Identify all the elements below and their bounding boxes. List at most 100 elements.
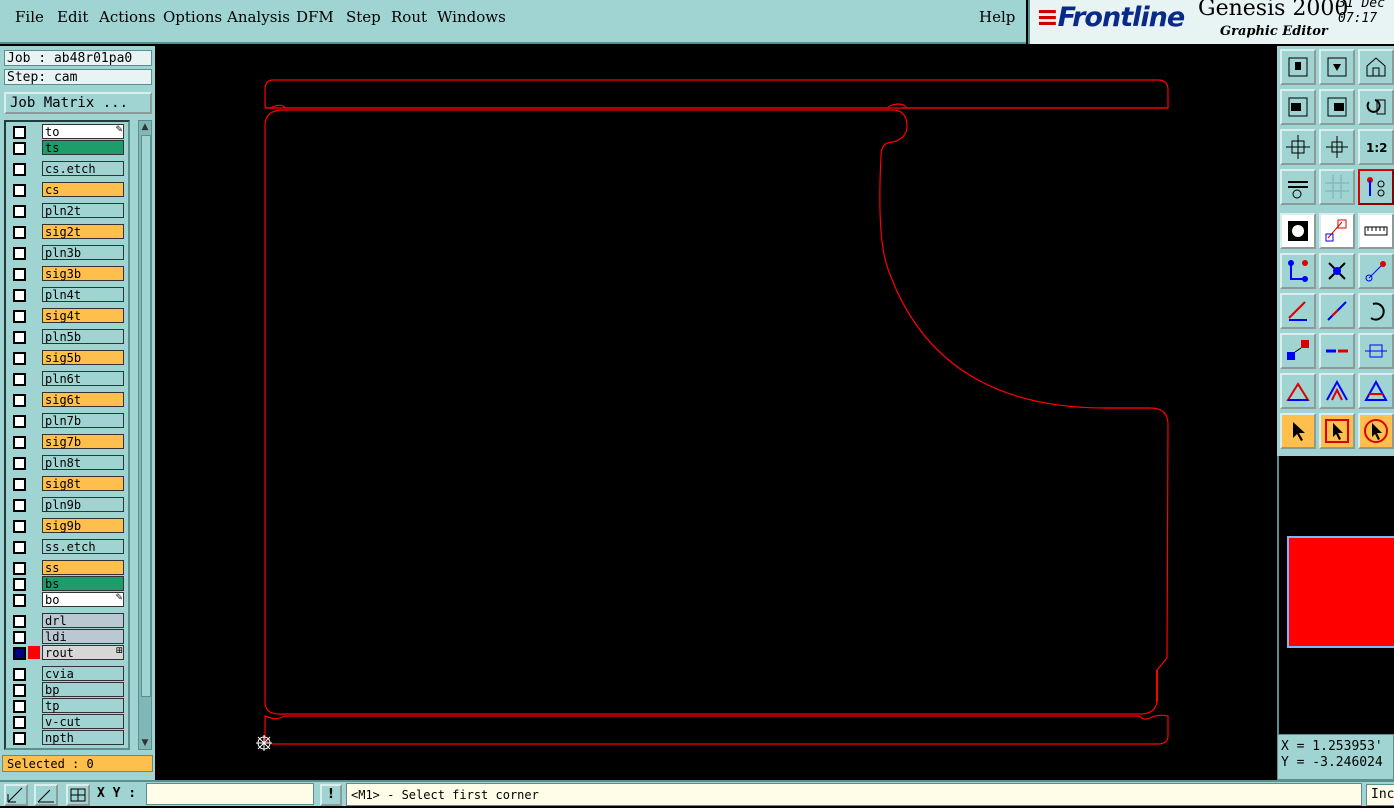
layer-row-sig8t[interactable]: sig8t <box>8 476 126 491</box>
layer-row-pln7b[interactable]: pln7b <box>8 413 126 428</box>
pointer-box-icon[interactable] <box>1319 413 1355 449</box>
layer-row-pln5b[interactable]: pln5b <box>8 329 126 344</box>
layer-checkbox[interactable] <box>13 184 26 197</box>
scroll-thumb[interactable] <box>141 135 151 697</box>
layer-name[interactable]: sig7b <box>42 434 124 449</box>
settings-tools-icon[interactable] <box>1280 169 1316 205</box>
layer-checkbox[interactable] <box>13 631 26 644</box>
draw-line-icon[interactable] <box>1280 293 1316 329</box>
layer-row-to[interactable]: to ✎ <box>8 124 126 139</box>
layer-name[interactable]: sig4t <box>42 308 124 323</box>
move-node-icon[interactable] <box>1358 253 1394 289</box>
home-icon[interactable] <box>1358 49 1394 85</box>
layer-checkbox[interactable] <box>13 578 26 591</box>
zoom-center-icon[interactable] <box>1319 129 1355 165</box>
layer-checkbox[interactable] <box>13 732 26 745</box>
layer-row-sig4t[interactable]: sig4t <box>8 308 126 323</box>
layer-checkbox[interactable] <box>13 615 26 628</box>
grid-snap-icon[interactable] <box>66 784 90 806</box>
layer-row-npth[interactable]: npth <box>8 730 126 745</box>
layer-name[interactable]: sig3b <box>42 266 124 281</box>
layer-name[interactable]: bs <box>42 576 124 591</box>
layer-checkbox[interactable] <box>13 594 26 607</box>
grid-icon[interactable] <box>1319 169 1355 205</box>
layer-row-pln6t[interactable]: pln6t <box>8 371 126 386</box>
layer-row-sig2t[interactable]: sig2t <box>8 224 126 239</box>
layer-row-cs[interactable]: cs <box>8 182 126 197</box>
menu-windows[interactable]: Windows <box>437 8 506 26</box>
pad-node-icon[interactable] <box>1280 333 1316 369</box>
layer-name[interactable]: bo <box>42 592 124 607</box>
ruler-icon[interactable] <box>1358 213 1394 249</box>
layer-checkbox[interactable] <box>13 520 26 533</box>
layer-name[interactable]: bp <box>42 682 124 697</box>
layer-row-drl[interactable]: drl <box>8 613 126 628</box>
menu-analysis[interactable]: Analysis <box>227 8 290 26</box>
layer-checkbox[interactable] <box>13 310 26 323</box>
layer-name[interactable]: cvia <box>42 666 124 681</box>
menu-dfm[interactable]: DFM <box>296 8 334 26</box>
layer-checkbox[interactable] <box>13 163 26 176</box>
layer-checkbox[interactable] <box>13 331 26 344</box>
layer-name[interactable]: sig6t <box>42 392 124 407</box>
layer-row-pln9b[interactable]: pln9b <box>8 497 126 512</box>
layer-name[interactable]: pln3b <box>42 245 124 260</box>
layer-checkbox[interactable] <box>13 647 26 660</box>
layer-name[interactable]: pln5b <box>42 329 124 344</box>
line-tool-icon[interactable] <box>1319 293 1355 329</box>
layer-row-ldi[interactable]: ldi <box>8 629 126 644</box>
menu-file[interactable]: File <box>15 8 44 26</box>
layer-checkbox[interactable] <box>13 716 26 729</box>
job-matrix-button[interactable]: Job Matrix ... <box>4 92 152 114</box>
layer-name[interactable]: pln8t <box>42 455 124 470</box>
layer-row-sig3b[interactable]: sig3b <box>8 266 126 281</box>
layer-checkbox[interactable] <box>13 499 26 512</box>
layer-row-v-cut[interactable]: v-cut <box>8 714 126 729</box>
layer-checkbox[interactable] <box>13 268 26 281</box>
triangle-add-icon[interactable] <box>1280 373 1316 409</box>
layer-row-cvia[interactable]: cvia <box>8 666 126 681</box>
layer-name[interactable]: ss <box>42 560 124 575</box>
layer-checkbox[interactable] <box>13 457 26 470</box>
triangle-move-icon[interactable] <box>1319 373 1355 409</box>
layer-row-sig7b[interactable]: sig7b <box>8 434 126 449</box>
pan-left-icon[interactable] <box>1280 89 1316 125</box>
pointer-circle-icon[interactable] <box>1358 413 1394 449</box>
layer-row-tp[interactable]: tp <box>8 698 126 713</box>
menu-rout[interactable]: Rout <box>391 8 427 26</box>
scroll-down-icon[interactable]: ▼ <box>139 737 151 749</box>
zoom-home-icon[interactable] <box>1280 49 1316 85</box>
alert-button[interactable]: ! <box>320 784 342 806</box>
layer-name[interactable]: cs.etch <box>42 161 124 176</box>
angle-snap-icon[interactable] <box>34 784 58 806</box>
units-indicator[interactable]: Inc <box>1366 784 1394 806</box>
layer-name[interactable]: pln2t <box>42 203 124 218</box>
xy-input[interactable] <box>146 783 314 805</box>
layer-name[interactable]: sig8t <box>42 476 124 491</box>
add-node-icon[interactable] <box>1280 253 1316 289</box>
graphic-canvas[interactable] <box>155 46 1277 780</box>
layer-name[interactable]: npth <box>42 730 124 745</box>
layer-checkbox[interactable] <box>13 205 26 218</box>
layer-row-ts[interactable]: ts <box>8 140 126 155</box>
split-line-icon[interactable] <box>1319 333 1355 369</box>
layer-checkbox[interactable] <box>13 373 26 386</box>
overview-map[interactable] <box>1277 456 1394 734</box>
layer-row-pln4t[interactable]: pln4t <box>8 287 126 302</box>
triangle-edit-icon[interactable] <box>1358 373 1394 409</box>
layer-row-pln2t[interactable]: pln2t <box>8 203 126 218</box>
layer-name[interactable]: ldi <box>42 629 124 644</box>
layer-row-sig9b[interactable]: sig9b <box>8 518 126 533</box>
layer-row-pln8t[interactable]: pln8t <box>8 455 126 470</box>
layer-row-sig6t[interactable]: sig6t <box>8 392 126 407</box>
layer-row-bp[interactable]: bp <box>8 682 126 697</box>
delete-node-icon[interactable] <box>1319 253 1355 289</box>
menu-step[interactable]: Step <box>346 8 381 26</box>
layer-name[interactable]: pln6t <box>42 371 124 386</box>
layer-checkbox[interactable] <box>13 684 26 697</box>
menu-options[interactable]: Options <box>163 8 222 26</box>
layer-row-ss[interactable]: ss <box>8 560 126 575</box>
zoom-fit-icon[interactable] <box>1280 129 1316 165</box>
layer-checkbox[interactable] <box>13 247 26 260</box>
layer-name[interactable]: pln7b <box>42 413 124 428</box>
